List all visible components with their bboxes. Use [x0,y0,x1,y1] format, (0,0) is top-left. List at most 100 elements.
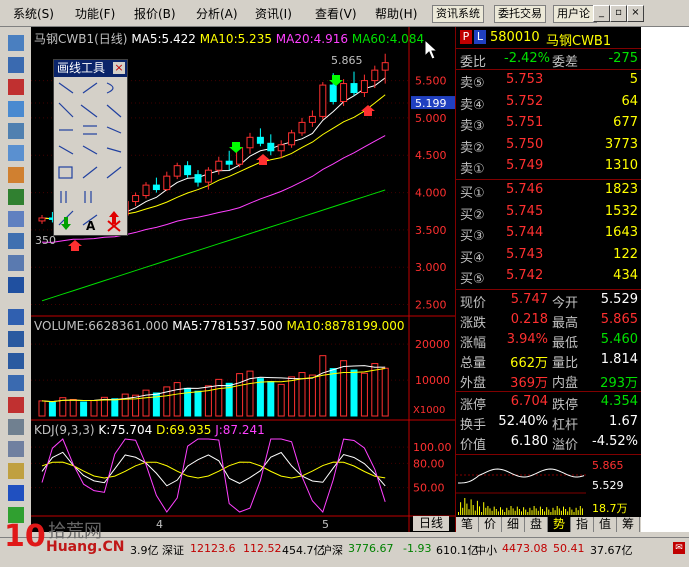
mini-volume-bar [489,508,491,515]
trade-button[interactable]: 委托交易 [494,5,546,23]
mini-volume-bar [577,510,579,515]
restore-icon[interactable]: ▫ [610,5,627,22]
mini-volume-bar [567,511,569,515]
window-icon[interactable] [8,441,24,457]
report-icon[interactable] [8,145,24,161]
drawing-tools-grid[interactable]: A [56,80,125,232]
fund-icon[interactable] [8,233,24,249]
mini-volume-bar [468,509,470,515]
volume-bar [350,369,358,417]
volume-bar [371,363,379,417]
price-tick: 5.500 [415,75,447,88]
kdj-j-label: J:87.241 [215,423,265,437]
etf-icon[interactable] [8,277,24,293]
sell-level-label: 卖④ [460,97,485,113]
list-icon[interactable] [8,57,24,73]
tool-icon[interactable] [8,375,24,391]
forum-button[interactable]: 用户论 [553,5,597,23]
quote-tab-7[interactable]: 筹 [617,517,640,532]
stat-label: 涨跌 [460,316,487,331]
stat-label: 总量 [460,356,487,371]
period-tab[interactable]: 日线 [413,516,449,531]
cursor-icon [424,39,438,60]
menu-view[interactable]: 查看(V) [315,5,357,22]
stat-value-2: 5.460 [600,332,638,347]
stat2-value-2: 4.354 [600,394,638,409]
minimize-icon[interactable]: _ [593,5,610,22]
close-icon[interactable]: × [627,5,644,22]
sell-volume: 5 [629,72,638,87]
l-icon[interactable]: L [474,30,486,44]
sell-price: 5.749 [506,158,544,173]
kdj-tick: 50.00 [413,482,445,495]
stat-value: 0.218 [510,312,548,327]
weibi-value: -2.42% [504,51,550,66]
menu-info[interactable]: 资讯(I) [255,5,292,22]
buy-price: 5.742 [506,268,544,283]
quote-tab-2[interactable]: 细 [502,517,525,532]
stat-label: 现价 [460,296,487,311]
candle [194,174,202,183]
mini-volume-bar [466,503,468,515]
buy-volume: 1532 [604,203,638,219]
trend-icon[interactable] [8,79,24,95]
p-icon[interactable]: P [460,30,472,44]
link-icon[interactable] [8,419,24,435]
svg-text:A: A [86,219,96,232]
sector-icon[interactable] [8,189,24,205]
close-icon[interactable]: × [113,62,125,74]
stat2-label: 换手 [460,418,487,433]
quote-tab-3[interactable]: 盘 [525,517,548,532]
volume-bar [319,355,327,417]
grid-icon[interactable] [8,101,24,117]
sell-volume: 3773 [604,136,638,152]
kline-icon[interactable] [8,35,24,51]
menu-function[interactable]: 功能(F) [75,5,115,22]
candle [381,62,389,71]
candle [38,217,46,222]
drawing-tool-palette[interactable]: 画线工具 × A [53,59,128,236]
sell-volume: 64 [621,93,638,109]
volume-bar [121,393,129,417]
status-sz-amount: 454.7亿 [282,544,325,557]
volume-bar [329,368,337,417]
kdj-icon[interactable] [8,353,24,369]
search-icon[interactable] [8,255,24,271]
quote-tab-1[interactable]: 价 [479,517,502,532]
people-icon[interactable] [8,211,24,227]
stat-label-2: 最高 [552,316,579,331]
quote-panel: P L 580010 马钢CWB1 委比 -2.42% 委差 -275 卖⑤ 5.… [455,27,642,532]
stat-label-2: 内盘 [552,376,579,391]
alert-icon[interactable]: ✉ [673,542,685,554]
right-margin [641,27,689,532]
rank-icon[interactable] [8,167,24,183]
dollar-icon[interactable] [8,397,24,413]
mini-volume-bar [550,512,552,515]
info-system-button[interactable]: 资讯系统 [432,5,484,23]
rsi-icon[interactable] [8,331,24,347]
mini-volume-bar [464,498,466,515]
quote-tab-4[interactable]: 势 [548,517,571,532]
table-icon[interactable] [8,123,24,139]
menu-analysis[interactable]: 分析(A) [196,5,238,22]
quote-tab-6[interactable]: 值 [594,517,617,532]
volume-bar [194,390,202,417]
mini-volume-bar [460,502,462,515]
menu-help[interactable]: 帮助(H) [375,5,417,22]
move-icon[interactable] [8,485,24,501]
pencil-icon[interactable] [8,463,24,479]
quote-tab-0[interactable]: 笔 [456,517,479,532]
mini-volume-bar [531,510,533,515]
menu-system[interactable]: 系统(S) [13,5,54,22]
vol-ma10-label: MA10:8878199.000 [286,319,405,333]
candle [163,175,171,191]
indicator-icon[interactable] [8,309,24,325]
drawing-tool-titlebar[interactable]: 画线工具 × [54,60,127,77]
candle [288,132,296,146]
quote-tab-5[interactable]: 指 [571,517,594,532]
stat-label-2: 今开 [552,296,579,311]
menu-quote[interactable]: 报价(B) [134,5,176,22]
volume-title: VOLUME:6628361.000 [34,319,169,333]
kdj-tick: 80.00 [413,457,445,470]
stat-value-2: 1.814 [600,352,638,367]
